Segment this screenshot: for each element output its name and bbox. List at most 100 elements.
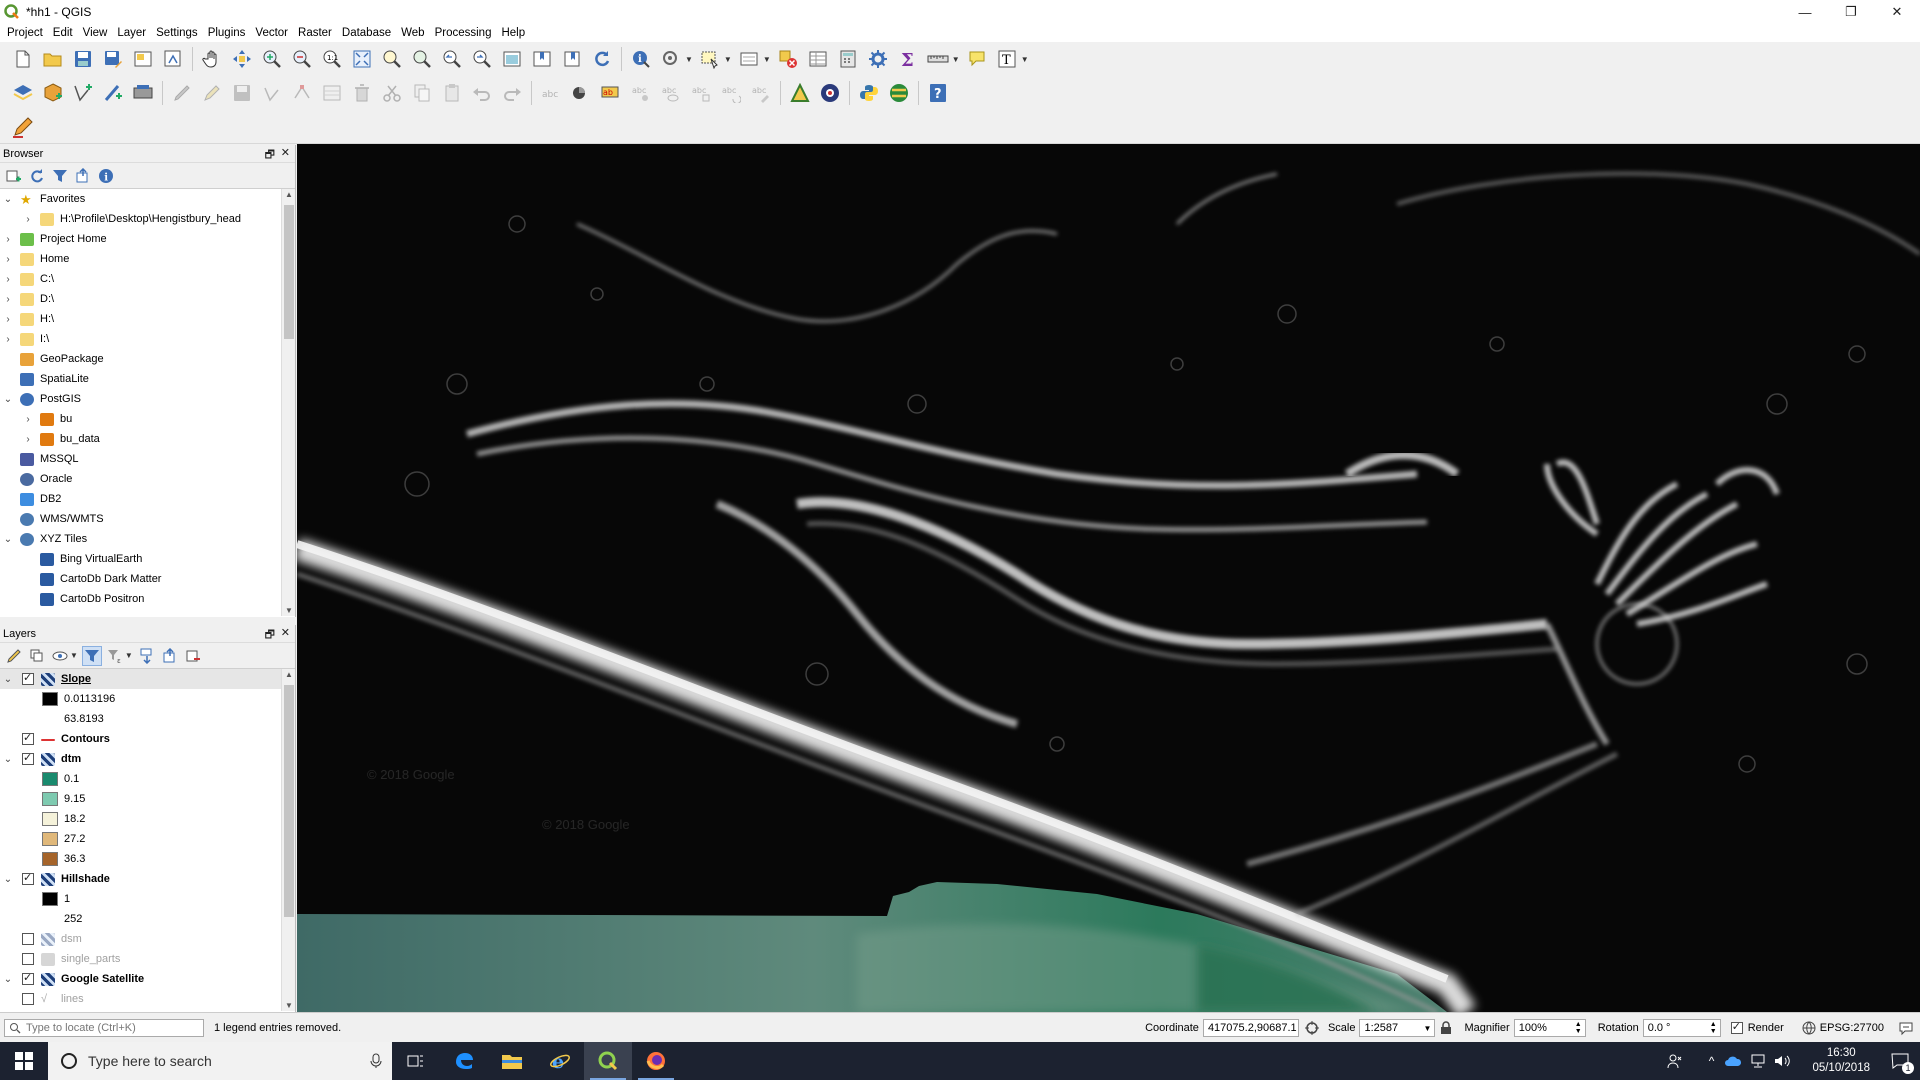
browser-item[interactable]: › I:\ [0,329,295,349]
plugin-updates-button[interactable] [886,80,912,106]
text-annotation-button[interactable]: T [994,46,1020,72]
open-project-button[interactable] [40,46,66,72]
minimize-button[interactable]: — [1782,0,1828,24]
menu-database[interactable]: Database [337,24,396,42]
modify-attributes-button[interactable] [319,80,345,106]
pan-to-selection-button[interactable] [229,46,255,72]
volume-icon[interactable] [1774,1054,1791,1068]
browser-item[interactable]: MSSQL [0,449,295,469]
field-calculator-button[interactable] [835,46,861,72]
browser-item[interactable]: › Home [0,249,295,269]
new-bookmark-button[interactable] [529,46,555,72]
select-by-value-button[interactable] [736,46,762,72]
browser-item[interactable]: Oracle [0,469,295,489]
new-print-layout-button[interactable] [130,46,156,72]
zoom-next-button[interactable] [469,46,495,72]
render-checkbox[interactable] [1730,1020,1743,1034]
collapse-all-layers-button[interactable] [160,646,180,666]
browser-item[interactable]: CartoDb Positron [0,589,295,609]
browser-item[interactable]: › bu_data [0,429,295,449]
menu-help[interactable]: Help [496,24,530,42]
remove-layer-button[interactable] [183,646,203,666]
float-panel-button[interactable]: 🗗 [265,146,275,165]
magnifier-spinbox[interactable]: 100% ▲ ▼ [1513,1019,1586,1037]
zoom-layer-button[interactable] [409,46,435,72]
zoom-native-button[interactable]: 1:1 [319,46,345,72]
scale-combobox[interactable]: 1:2587 ▼ [1359,1019,1436,1037]
chevron-right-icon[interactable]: › [2,234,14,245]
layer-item[interactable]: dsm [0,929,295,949]
menu-settings[interactable]: Settings [151,24,203,42]
internet-explorer-taskbar-button[interactable]: e [536,1042,584,1080]
chevron-right-icon[interactable]: › [2,254,14,265]
browser-item[interactable]: WMS/WMTS [0,509,295,529]
browser-item[interactable]: › C:\ [0,269,295,289]
layer-item[interactable]: ⌄ dtm [0,749,295,769]
firefox-taskbar-button[interactable] [632,1042,680,1080]
enable-properties-button[interactable]: i [96,166,116,186]
manage-map-themes-button[interactable] [50,646,70,666]
crs-value[interactable]: EPSG:27700 [1820,1022,1884,1034]
chevron-right-icon[interactable]: › [22,214,34,225]
layer-diagram-button[interactable] [568,80,594,106]
undo-button[interactable] [469,80,495,106]
save-edits-button[interactable] [229,80,255,106]
chevron-down-icon[interactable]: ⌄ [2,194,14,205]
open-layer-styling-button[interactable] [4,646,24,666]
open-attribute-table-button[interactable] [805,46,831,72]
coordinate-field[interactable]: 417075.2,90687.1 [1202,1019,1299,1037]
highlight-pinned-labels-button[interactable]: ab [598,80,624,106]
layer-item[interactable]: ⌄ Google Satellite [0,969,295,989]
layer-visibility-checkbox[interactable] [22,671,34,685]
menu-web[interactable]: Web [396,24,429,42]
save-project-button[interactable] [70,46,96,72]
expand-all-button[interactable] [137,646,157,666]
map-tips-button[interactable] [964,46,990,72]
browser-refresh-button[interactable] [27,166,47,186]
rotate-label-button[interactable]: abc [718,80,744,106]
filter-legend-button[interactable] [81,645,102,666]
browser-item[interactable]: › D:\ [0,289,295,309]
vertex-tool-button[interactable] [289,80,315,106]
show-hide-labels-button[interactable]: abc [658,80,684,106]
identify-features-button[interactable]: i [628,46,654,72]
deselect-features-button[interactable] [775,46,801,72]
collapse-all-button[interactable] [73,166,93,186]
toggle-extents-icon[interactable] [1304,1020,1320,1036]
maximize-button[interactable]: ❐ [1828,0,1874,24]
browser-item[interactable]: SpatiaLite [0,369,295,389]
chevron-right-icon[interactable]: › [22,434,34,445]
new-virtual-layer-button[interactable] [130,80,156,106]
menu-edit[interactable]: Edit [48,24,78,42]
lock-icon[interactable] [1440,1021,1452,1035]
zoom-selection-button[interactable] [379,46,405,72]
people-icon[interactable] [1667,1053,1683,1069]
taskbar-search-box[interactable]: Type here to search [48,1042,392,1080]
select-features-button[interactable] [697,46,723,72]
add-group-button[interactable] [27,646,47,666]
move-label-button[interactable]: abc [688,80,714,106]
zoom-out-button[interactable] [289,46,315,72]
gps-tools-button[interactable] [817,80,843,106]
crs-globe-icon[interactable] [1802,1021,1816,1035]
processing-toolbox-button[interactable] [865,46,891,72]
chevron-down-icon[interactable]: ⌄ [2,874,14,885]
browser-item[interactable]: › bu [0,409,295,429]
georeferencer-button[interactable] [787,80,813,106]
toggle-editing-button[interactable] [199,80,225,106]
menu-processing[interactable]: Processing [430,24,497,42]
browser-item[interactable]: DB2 [0,489,295,509]
close-button[interactable]: ✕ [1874,0,1920,24]
close-panel-button[interactable]: ✕ [281,626,290,639]
menu-view[interactable]: View [78,24,113,42]
layer-item[interactable]: Contours [0,729,295,749]
python-console-button[interactable] [856,80,882,106]
tray-overflow-icon[interactable]: ^ [1709,1054,1715,1068]
copy-features-button[interactable] [409,80,435,106]
layer-visibility-checkbox[interactable] [22,933,34,945]
start-button[interactable] [0,1042,48,1080]
browser-item[interactable]: CartoDb Dark Matter [0,569,295,589]
layer-item[interactable]: ⌄ Hillshade [0,869,295,889]
locator-search[interactable]: Type to locate (Ctrl+K) [4,1018,204,1037]
layer-item[interactable]: √ lines [0,989,295,1009]
